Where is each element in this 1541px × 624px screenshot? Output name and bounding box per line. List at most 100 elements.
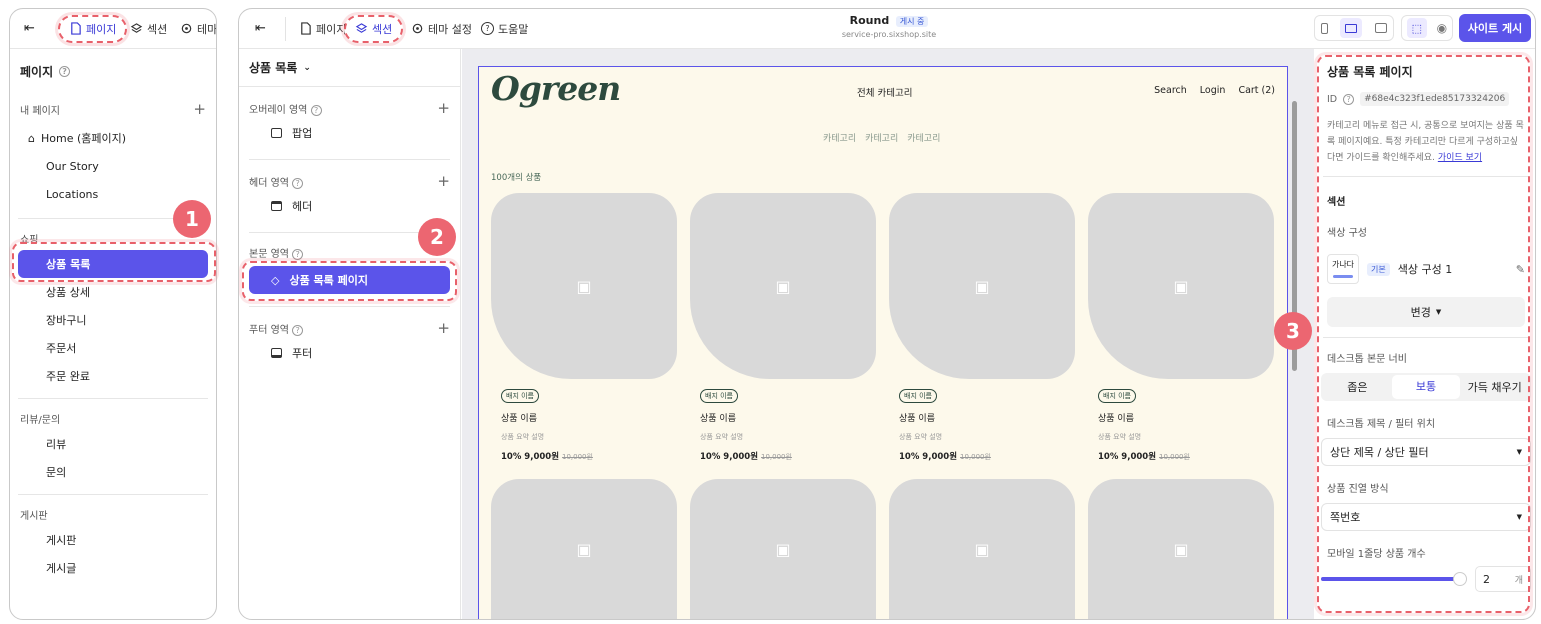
page-item-home[interactable]: ⌂ Home (홈페이지) <box>28 124 216 152</box>
step-badge-1: 1 <box>173 200 211 238</box>
add-icon[interactable]: + <box>437 319 450 337</box>
product-card[interactable]: ▣ 배지 이름 상품 이름 상품 요약 설명 10% 9,000원 10,000원 <box>690 193 876 462</box>
site-url[interactable]: service-pro.sixshop.site <box>799 30 979 39</box>
tab-sections[interactable]: 섹션 <box>130 21 167 37</box>
exit-icon[interactable]: ⇤ <box>255 21 266 36</box>
add-icon[interactable]: + <box>437 99 450 117</box>
tab-sections[interactable]: 섹션 <box>344 14 404 43</box>
color-scheme-name: 색상 구성 1 <box>1397 263 1453 276</box>
help-icon[interactable]: ? <box>59 66 71 77</box>
desktop-icon[interactable] <box>1340 18 1363 38</box>
section-item-popup[interactable]: 팝업 <box>239 119 460 147</box>
help-icon[interactable]: ? <box>292 324 304 336</box>
site-logo[interactable]: Ogreen <box>491 69 621 108</box>
section-item-footer[interactable]: 푸터 <box>239 339 460 367</box>
help-icon[interactable]: ? <box>1343 93 1355 105</box>
page-item-product-detail[interactable]: 상품 상세 <box>18 278 208 306</box>
tablet-icon[interactable] <box>1374 23 1387 33</box>
default-badge: 기본 <box>1367 262 1390 276</box>
category-tab[interactable]: 카테고리 <box>865 131 898 144</box>
image-icon: ▣ <box>1173 276 1189 296</box>
page-item-our-story[interactable]: Our Story <box>28 152 216 180</box>
help-icon: ? <box>481 22 494 35</box>
toolbar: ⇤ 페이지 섹션 테마 <box>10 9 216 49</box>
width-option-narrow[interactable]: 좁은 <box>1323 379 1392 395</box>
group-review: 리뷰/문의 <box>20 415 61 426</box>
tab-pages[interactable]: 페이지 <box>58 14 128 43</box>
tab-pages[interactable]: 페이지 <box>299 21 346 37</box>
product-image-placeholder: ▣ <box>1088 479 1274 619</box>
product-desc: 상품 요약 설명 <box>501 433 545 441</box>
mobile-icon[interactable] <box>1321 22 1329 34</box>
nav-cart[interactable]: Cart (2) <box>1238 85 1275 96</box>
chevron-down-icon: ⌄ <box>303 62 311 73</box>
page-item-order[interactable]: 주문서 <box>18 334 208 362</box>
page-item-cart[interactable]: 장바구니 <box>18 306 208 334</box>
page-item-review[interactable]: 리뷰 <box>18 430 208 458</box>
page-item-board[interactable]: 게시판 <box>18 526 208 554</box>
caret-down-icon: ▼ <box>1516 448 1522 456</box>
width-option-normal[interactable]: 보통 <box>1391 375 1461 399</box>
nav-login[interactable]: Login <box>1200 85 1226 96</box>
product-card[interactable]: ▣ 배지 이름 상품 이름 상품 요약 설명 10% 9,000원 10,000원 <box>889 193 1075 462</box>
product-name: 상품 이름 <box>1098 414 1134 424</box>
category-filters: 카테고리 카테고리 카테고리 <box>823 131 940 144</box>
product-name: 상품 이름 <box>899 414 935 424</box>
area-overlay: 오버레이 영역 ? + 팝업 <box>239 87 460 147</box>
product-image-placeholder: ▣ <box>491 193 677 379</box>
home-icon: ⌂ <box>28 131 35 145</box>
select-cursor-icon[interactable]: ⬚ <box>1406 18 1427 38</box>
width-label: 데스크톱 본문 너비 <box>1327 354 1407 365</box>
category-tab[interactable]: 카테고리 <box>823 131 856 144</box>
help-icon[interactable]: ? <box>310 104 322 116</box>
section-item-product-list[interactable]: ◇ 상품 목록 페이지 <box>249 266 450 294</box>
id-value[interactable]: #68e4c323f1ede85173324206 <box>1360 92 1510 106</box>
width-option-full[interactable]: 가득 채우기 <box>1460 379 1529 395</box>
page-select[interactable]: 상품 목록 ⌄ <box>239 49 460 87</box>
board-pages-list: 게시판 게시글 <box>10 522 216 582</box>
product-badge: 배지 이름 <box>501 389 539 403</box>
page-item-product-list[interactable]: 상품 목록 <box>18 250 208 278</box>
preview-eye-icon[interactable]: ◉ <box>1437 21 1447 35</box>
mobile-count-slider[interactable] <box>1321 572 1467 586</box>
publish-button[interactable]: 사이트 게시 <box>1459 14 1531 42</box>
order-select[interactable]: 쪽번호 ▼ <box>1321 503 1531 531</box>
tab-theme-settings[interactable]: 테마 설정 <box>411 21 472 37</box>
help-icon[interactable]: ? <box>292 177 304 189</box>
product-card[interactable]: ▣ 배지 이름 상품 이름 상품 요약 설명 10% 9,000원 10,000원 <box>491 193 677 462</box>
edit-pencil-icon[interactable]: ✎ <box>1516 263 1525 276</box>
guide-link[interactable]: 가이드 보기 <box>1438 153 1482 163</box>
nav-search[interactable]: Search <box>1154 85 1187 96</box>
add-icon[interactable]: + <box>437 172 450 190</box>
editor-toolbar: ⇤ 페이지 섹션 테마 설정 ? 도움말 Round 게시 중 service-… <box>239 9 1535 49</box>
section-item-header[interactable]: 헤더 <box>239 192 460 220</box>
tab-help[interactable]: ? 도움말 <box>481 21 528 37</box>
tab-theme[interactable]: 테마 <box>180 21 216 37</box>
help-icon[interactable]: ? <box>292 249 304 260</box>
view-mode-switch: ⬚ ◉ <box>1401 15 1453 41</box>
product-card[interactable]: ▣ 배지 이름 상품 이름 상품 요약 설명 10% 9,000원 10,000원 <box>1088 193 1274 462</box>
shop-pages-list: 상품 목록 상품 상세 장바구니 주문서 주문 완료 <box>10 246 216 390</box>
my-pages-list: ⌂ Home (홈페이지) Our Story Locations <box>10 118 216 208</box>
add-icon[interactable]: + <box>193 100 206 118</box>
category-tab[interactable]: 카테고리 <box>907 131 940 144</box>
page-item-order-complete[interactable]: 주문 완료 <box>18 362 208 390</box>
product-price: 10% 9,000원 10,000원 <box>899 452 991 462</box>
device-switch <box>1314 15 1394 41</box>
nav-all-categories[interactable]: 전체 카테고리 <box>857 85 912 99</box>
product-desc: 상품 요약 설명 <box>899 433 943 441</box>
area-header: 헤더 영역 ? + 헤더 <box>239 160 460 220</box>
page-item-post[interactable]: 게시글 <box>18 554 208 582</box>
image-icon: ▣ <box>1173 539 1189 559</box>
mobile-count-input[interactable]: 2개 <box>1475 566 1531 592</box>
gear-icon <box>181 23 192 34</box>
title-pos-select[interactable]: 상단 제목 / 상단 필터 ▼ <box>1321 438 1531 466</box>
area-footer: 푸터 영역 ? + 푸터 <box>239 307 460 367</box>
change-button[interactable]: 변경 ▼ <box>1327 297 1525 327</box>
color-scheme-row[interactable]: 가나다 기본 색상 구성 1 ✎ <box>1321 247 1531 291</box>
site-preview[interactable]: Ogreen 전체 카테고리 Search Login Cart (2) 카테고… <box>478 66 1288 619</box>
exit-icon[interactable]: ⇤ <box>24 21 35 36</box>
product-count: 100개의 상품 <box>491 173 542 183</box>
page-item-inquiry[interactable]: 문의 <box>18 458 208 486</box>
pages-panel-window: ⇤ 페이지 섹션 테마 페이지? 내 페이지 + ⌂ Home (홈페이지) Our… <box>9 8 217 620</box>
